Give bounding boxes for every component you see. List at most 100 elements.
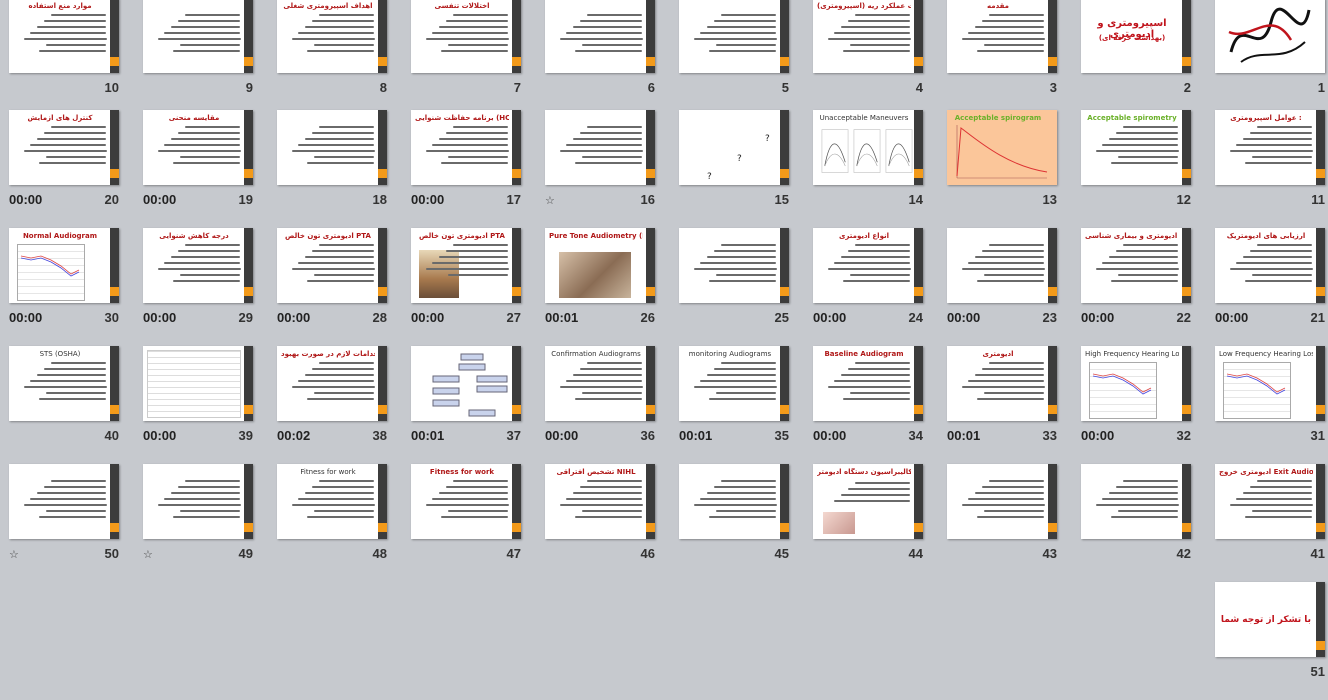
slide-thumbnail[interactable] (679, 228, 789, 303)
slide-thumbnail-cell[interactable]: Normal Audiogram 30 00:00 (2, 228, 136, 346)
slide-thumbnail[interactable]: مقایسه منحنی (143, 110, 253, 185)
slide-thumbnail[interactable]: ادیومتری خروج Exit Audiogram (1215, 464, 1325, 539)
slide-thumbnail-cell[interactable]: اهداف ادیومتری و بیماری شناسی 22 00:00 (1074, 228, 1208, 346)
slide-thumbnail-cell[interactable]: ارزیابی های ادیومتریک 21 00:00 (1208, 228, 1328, 346)
slide-thumbnail[interactable]: STS (OSHA) (9, 346, 119, 421)
slide-thumbnail[interactable]: ارزیابی های ادیومتریک (1215, 228, 1325, 303)
slide-thumbnail-cell[interactable]: 5 (672, 0, 806, 116)
slide-thumbnail-cell[interactable]: Acceptable spirogram 13 (940, 110, 1074, 228)
slide-thumbnail[interactable] (545, 110, 655, 185)
slide-thumbnail-cell[interactable]: موارد منع استفاده 10 (2, 0, 136, 116)
slide-thumbnail-cell[interactable]: برنامه حفاظت شنوایی (HCP) 17 00:00 (404, 110, 538, 228)
slide-thumbnail[interactable] (545, 0, 655, 73)
slide-thumbnail-cell[interactable]: ادیومتری تون خالص PTA 27 00:00 (404, 228, 538, 346)
slide-thumbnail[interactable]: برنامه حفاظت شنوایی (HCP) (411, 110, 521, 185)
slide-thumbnail-cell[interactable]: 45 (672, 464, 806, 582)
slide-thumbnail-cell[interactable]: تست عملکرد ریه (اسپیرومتری) 4 (806, 0, 940, 116)
slide-thumbnail-cell[interactable]: اختلالات تنفسی 7 (404, 0, 538, 116)
slide-thumbnail-cell[interactable]: 42 (1074, 464, 1208, 582)
slide-thumbnail[interactable]: ادیومتری (947, 346, 1057, 421)
slide-thumbnail[interactable]: اسپیرومتری و ادیومتری (بهداشت حرفه ای) (1081, 0, 1191, 73)
slide-thumbnail[interactable]: درجه کاهش شنوایی (143, 228, 253, 303)
slide-thumbnail-cell[interactable]: درجه کاهش شنوایی 29 00:00 (136, 228, 270, 346)
slide-thumbnail[interactable]: Pure Tone Audiometry (PTA) (545, 228, 655, 303)
slide-thumbnail-cell[interactable]: 49 ☆ (136, 464, 270, 582)
slide-thumbnail[interactable] (411, 346, 521, 421)
slide-thumbnail[interactable]: Fitness for work (411, 464, 521, 539)
slide-thumbnail-cell[interactable]: Low Frequency Hearing Loss 31 (1208, 346, 1328, 464)
slide-thumbnail[interactable]: High Frequency Hearing Loss (1081, 346, 1191, 421)
slide-thumbnail-cell[interactable]: monitoring Audiograms 35 00:01 (672, 346, 806, 464)
slide-thumbnail[interactable]: اقدامات لازم در صورت بهبود STS (277, 346, 387, 421)
slide-thumbnail-cell[interactable]: 25 (672, 228, 806, 346)
slide-thumbnail-cell[interactable]: انواع ادیومتری 24 00:00 (806, 228, 940, 346)
slide-thumbnail[interactable]: ادیومتری تون خالص PTA (411, 228, 521, 303)
slide-thumbnail-cell[interactable]: Acceptable spirometry 12 (1074, 110, 1208, 228)
slide-thumbnail[interactable]: مقدمه (947, 0, 1057, 73)
slide-thumbnail[interactable]: اهداف ادیومتری و بیماری شناسی (1081, 228, 1191, 303)
slide-thumbnail-cell[interactable]: ??? 15 (672, 110, 806, 228)
slide-thumbnail-cell[interactable]: Unacceptable Maneuvers 14 (806, 110, 940, 228)
slide-thumbnail[interactable]: اختلالات تنفسی (411, 0, 521, 73)
slide-thumbnail-cell[interactable]: کالیبراسیون دستگاه ادیومتر 44 (806, 464, 940, 582)
slide-thumbnail-cell[interactable]: اقدامات لازم در صورت بهبود STS 38 00:02 (270, 346, 404, 464)
slide-thumbnail-cell[interactable]: تشخیص افتراقی NIHL 46 (538, 464, 672, 582)
slide-thumbnail[interactable]: تشخیص افتراقی NIHL (545, 464, 655, 539)
slide-thumbnail[interactable]: اهداف اسپیرومتری شغلی (277, 0, 387, 73)
slide-thumbnail[interactable]: Baseline Audiogram (813, 346, 923, 421)
slide-thumbnail-cell[interactable]: مقایسه منحنی 19 00:00 (136, 110, 270, 228)
slide-thumbnail[interactable] (947, 464, 1057, 539)
animation-star-icon[interactable]: ☆ (143, 548, 153, 561)
slide-thumbnail[interactable] (1081, 464, 1191, 539)
animation-star-icon[interactable]: ☆ (545, 194, 555, 207)
slide-thumbnail-cell[interactable]: مقدمه 3 (940, 0, 1074, 116)
slide-thumbnail-cell[interactable]: کنترل های آزمایش 20 00:00 (2, 110, 136, 228)
slide-thumbnail[interactable] (679, 464, 789, 539)
slide-thumbnail[interactable] (277, 110, 387, 185)
slide-thumbnail[interactable]: Acceptable spirogram (947, 110, 1057, 185)
slide-thumbnail[interactable]: Confirmation Audiograms (545, 346, 655, 421)
animation-star-icon[interactable]: ☆ (9, 548, 19, 561)
slide-thumbnail-cell[interactable]: High Frequency Hearing Loss 32 00:00 (1074, 346, 1208, 464)
slide-thumbnail[interactable]: Unacceptable Maneuvers (813, 110, 923, 185)
slide-thumbnail-cell[interactable]: اهداف اسپیرومتری شغلی 8 (270, 0, 404, 116)
slide-thumbnail-cell[interactable]: با تشکر از توجه شما 51 (1208, 582, 1328, 700)
slide-thumbnail-cell[interactable]: 43 (940, 464, 1074, 582)
slide-thumbnail-cell[interactable]: 6 (538, 0, 672, 116)
slide-thumbnail-cell[interactable]: عوامل اسپیرومتری : 11 (1208, 110, 1328, 228)
slide-thumbnail[interactable]: عوامل اسپیرومتری : (1215, 110, 1325, 185)
slide-thumbnail-cell[interactable]: Confirmation Audiograms 36 00:00 (538, 346, 672, 464)
slide-thumbnail[interactable] (143, 464, 253, 539)
slide-thumbnail[interactable] (947, 228, 1057, 303)
slide-thumbnail[interactable]: monitoring Audiograms (679, 346, 789, 421)
slide-thumbnail[interactable]: Fitness for work (277, 464, 387, 539)
slide-thumbnail[interactable]: ادیومتری تون خالص PTA (277, 228, 387, 303)
slide-thumbnail-cell[interactable]: 1 (1208, 0, 1328, 116)
slide-thumbnail-cell[interactable]: Fitness for work 48 (270, 464, 404, 582)
slide-thumbnail[interactable]: انواع ادیومتری (813, 228, 923, 303)
slide-thumbnail[interactable] (1215, 0, 1325, 73)
slide-thumbnail-cell[interactable]: Fitness for work 47 (404, 464, 538, 582)
slide-thumbnail[interactable]: ??? (679, 110, 789, 185)
slide-thumbnail-cell[interactable]: 39 00:00 (136, 346, 270, 464)
slide-thumbnail-cell[interactable]: اسپیرومتری و ادیومتری (بهداشت حرفه ای) 2 (1074, 0, 1208, 116)
slide-thumbnail-cell[interactable]: 37 00:01 (404, 346, 538, 464)
slide-thumbnail-cell[interactable]: Pure Tone Audiometry (PTA) 26 00:01 (538, 228, 672, 346)
slide-thumbnail[interactable] (143, 346, 253, 421)
slide-thumbnail-cell[interactable]: Baseline Audiogram 34 00:00 (806, 346, 940, 464)
slide-thumbnail[interactable] (679, 0, 789, 73)
slide-thumbnail[interactable]: کنترل های آزمایش (9, 110, 119, 185)
slide-thumbnail-cell[interactable]: 18 (270, 110, 404, 228)
slide-thumbnail-cell[interactable]: ادیومتری 33 00:01 (940, 346, 1074, 464)
slide-thumbnail-cell[interactable]: 16 ☆ (538, 110, 672, 228)
slide-thumbnail-cell[interactable]: ادیومتری تون خالص PTA 28 00:00 (270, 228, 404, 346)
slide-thumbnail[interactable]: با تشکر از توجه شما (1215, 582, 1325, 657)
slide-thumbnail-cell[interactable]: 23 00:00 (940, 228, 1074, 346)
slide-thumbnail[interactable]: کالیبراسیون دستگاه ادیومتر (813, 464, 923, 539)
slide-thumbnail-cell[interactable]: 50 ☆ (2, 464, 136, 582)
slide-thumbnail[interactable] (9, 464, 119, 539)
slide-thumbnail[interactable] (143, 0, 253, 73)
slide-thumbnail[interactable]: Low Frequency Hearing Loss (1215, 346, 1325, 421)
slide-thumbnail-cell[interactable]: 9 (136, 0, 270, 116)
slide-thumbnail-cell[interactable]: ادیومتری خروج Exit Audiogram 41 (1208, 464, 1328, 582)
